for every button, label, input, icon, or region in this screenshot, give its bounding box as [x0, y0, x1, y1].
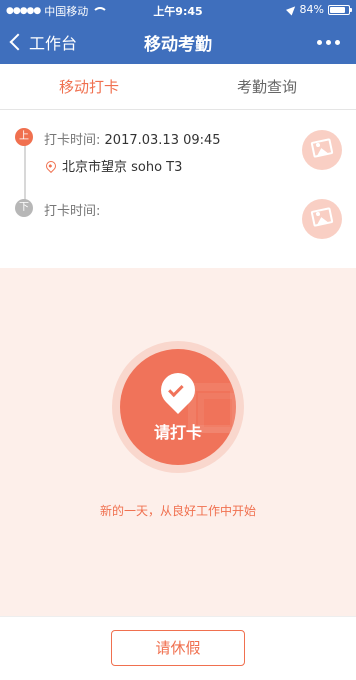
page-title: 移动考勤 — [144, 35, 212, 55]
clock-time-value: 2017.03.13 09:45 — [104, 133, 221, 148]
clock-in-button[interactable]: 请打卡 — [120, 349, 236, 465]
status-bar: ●●●●● 中国移动 上午9:45 84% — [0, 0, 356, 20]
clock-location: 北京市望京 soho T3 — [62, 160, 183, 175]
battery-percent: 84% — [299, 3, 324, 16]
nav-bar: 工作台 移动考勤 — [0, 20, 356, 64]
clock-time-label: 打卡时间: — [44, 133, 101, 148]
location-arrow-icon — [285, 3, 298, 16]
photo-button-on-duty[interactable] — [302, 130, 342, 170]
location-pin-icon — [43, 158, 59, 173]
slogan-text: 新的一天，从良好工作中开始 — [99, 504, 256, 518]
clock-time-label: 打卡时间: — [44, 204, 101, 219]
request-leave-button[interactable]: 请休假 — [111, 630, 245, 666]
clock-in-panel: 请打卡 新的一天，从良好工作中开始 — [0, 268, 356, 616]
off-duty-badge: 下 — [15, 199, 33, 217]
clock-in-label: 请打卡 — [153, 423, 202, 442]
top-bar: ●●●●● 中国移动 上午9:45 84% 工作台 移动考勤 — [0, 0, 356, 64]
more-menu-button[interactable] — [317, 40, 340, 45]
more-dots-icon — [317, 40, 322, 45]
clock-records: 上 打卡时间: 2017.03.13 09:45 北京市望京 soho T3 下… — [0, 110, 356, 268]
photo-button-off-duty[interactable] — [302, 199, 342, 239]
tab-mobile-clockin[interactable]: 移动打卡 — [0, 64, 178, 109]
timeline-line — [24, 140, 26, 207]
on-duty-badge: 上 — [15, 128, 33, 146]
tab-bar: 移动打卡 考勤查询 — [0, 64, 356, 110]
tab-attendance-query[interactable]: 考勤查询 — [178, 64, 356, 109]
battery-icon — [328, 4, 352, 15]
bottom-bar: 请休假 — [0, 616, 356, 680]
